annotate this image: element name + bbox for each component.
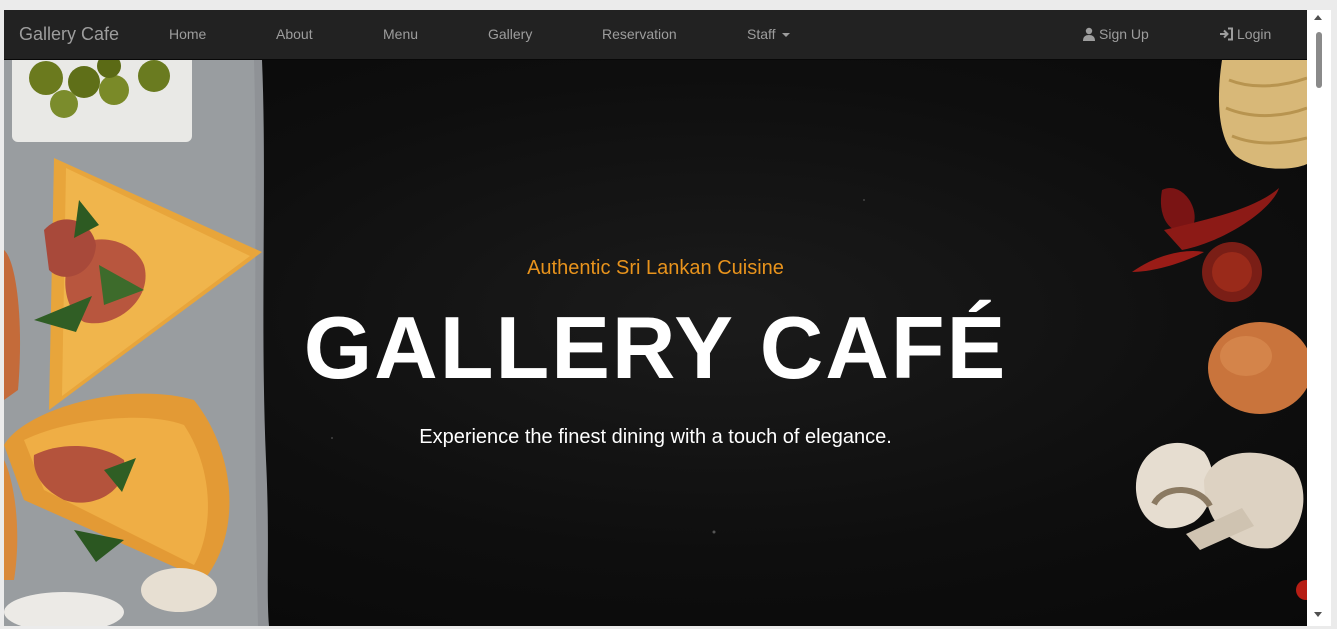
browser-viewport: Gallery Cafe Home About Menu Gallery Res…	[4, 10, 1307, 626]
user-icon	[1083, 27, 1095, 41]
login-icon	[1220, 27, 1233, 41]
nav-link-about[interactable]: About	[276, 26, 313, 42]
nav-link-signup-label: Sign Up	[1099, 26, 1149, 42]
nav-link-login[interactable]: Login	[1219, 26, 1271, 42]
brand-logo-link[interactable]: Gallery Cafe	[19, 24, 119, 44]
hero-title: GALLERY CAFÉ	[303, 298, 1008, 397]
hero-banner: Authentic Sri Lankan Cuisine GALLERY CAF…	[4, 60, 1307, 626]
top-navbar: Gallery Cafe Home About Menu Gallery Res…	[4, 10, 1307, 60]
nav-dropdown-staff-label: Staff	[747, 26, 776, 42]
nav-link-signup[interactable]: Sign Up	[1082, 26, 1149, 42]
nav-link-reservation[interactable]: Reservation	[602, 26, 677, 42]
hero-tagline: Authentic Sri Lankan Cuisine	[527, 257, 784, 279]
nav-dropdown-staff[interactable]: Staff	[747, 26, 790, 42]
scroll-down-arrow-icon[interactable]	[1314, 612, 1322, 617]
nav-link-login-label: Login	[1237, 26, 1272, 42]
scroll-up-arrow-icon[interactable]	[1314, 15, 1322, 20]
scrollbar-thumb[interactable]	[1316, 32, 1322, 88]
nav-link-menu[interactable]: Menu	[383, 26, 418, 42]
page-scrollbar[interactable]	[1307, 10, 1331, 626]
caret-down-icon	[781, 33, 790, 38]
hero-subtitle: Experience the finest dining with a touc…	[419, 426, 892, 448]
nav-link-gallery[interactable]: Gallery	[488, 26, 532, 42]
nav-link-home[interactable]: Home	[169, 26, 206, 42]
